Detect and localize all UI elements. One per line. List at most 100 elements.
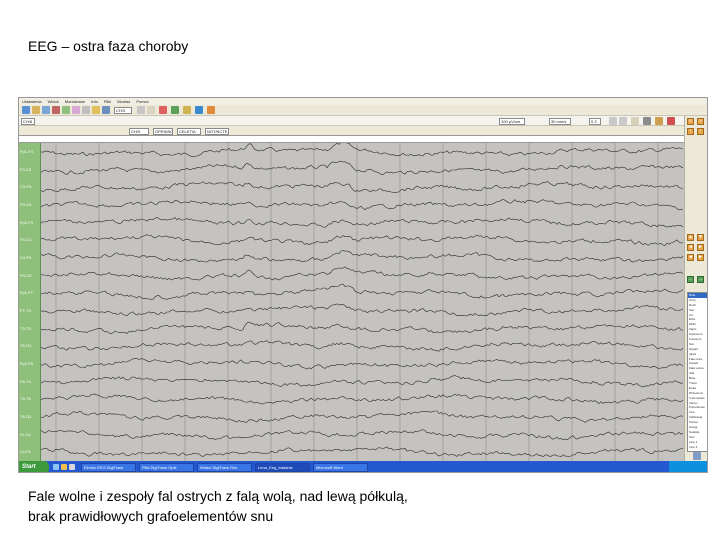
forward-green-icon[interactable]: →	[697, 276, 704, 283]
channel-label[interactable]: F7-T3	[20, 308, 31, 313]
menu-item[interactable]: Pliki	[104, 99, 111, 104]
right-control-panel: « » ‹ › ▲ ▼ ◄ ► ◄ ► ← → Brak Oczy Ruch Ssp A…	[684, 116, 707, 461]
first-page-icon[interactable]: «	[687, 118, 694, 125]
taskbar-window-button[interactable]: Microsoft Word	[313, 463, 368, 472]
start-button[interactable]: Start	[19, 461, 49, 472]
menu-item[interactable]: Montaż	[117, 99, 130, 104]
step-back-icon[interactable]: ◄	[687, 244, 694, 251]
montage-box-celetia[interactable]: CELETIA	[177, 128, 201, 135]
montage-box-ch9[interactable]: OPENINOT	[153, 128, 173, 135]
quicklaunch-folder-icon[interactable]	[61, 464, 67, 470]
channel-label-column: Fp1-F3 F3-C3 C3-P3 P3-O1 Fp2-F4 F4-C4 C4-P4 P4-…	[19, 143, 41, 461]
settings-icon[interactable]	[102, 106, 110, 114]
marker-icon[interactable]	[92, 106, 100, 114]
channel-label[interactable]: T4-T6	[20, 396, 31, 401]
channel-label[interactable]: C4-P4	[20, 255, 31, 260]
channel-label[interactable]: Fp1-F3	[20, 149, 33, 154]
channel-label[interactable]: C3-P3	[20, 184, 31, 189]
quicklaunch-ie-icon[interactable]	[53, 464, 59, 470]
stop-icon[interactable]	[159, 106, 167, 114]
slide-title: EEG – ostra faza choroby	[28, 38, 189, 54]
channel-label[interactable]: F4-C4	[20, 237, 31, 242]
event-tag-item[interactable]: Inne 3	[688, 445, 707, 450]
eeg-channel-trace	[41, 375, 684, 388]
back-green-icon[interactable]: ←	[687, 276, 694, 283]
scroll-up-icon[interactable]: ▲	[687, 234, 694, 241]
channel-label[interactable]: T5-O1	[20, 343, 31, 348]
layout-icon[interactable]	[643, 117, 651, 125]
menu-item[interactable]: Montażowe	[65, 99, 85, 104]
event-tag-list[interactable]: Brak Oczy Ruch Ssp Art EKG EMG Zapis Hiperwent Fo…	[687, 292, 707, 452]
main-toolbar: CH/3	[19, 105, 707, 116]
close-recording-icon[interactable]	[667, 117, 675, 125]
eeg-channel-trace	[41, 181, 684, 193]
system-tray	[669, 461, 707, 472]
filter-down-icon[interactable]	[619, 117, 627, 125]
channel-label[interactable]: Fp1-F7	[20, 290, 33, 295]
speed-select[interactable]: 30 mm/s	[549, 118, 571, 125]
channel-label[interactable]: Fp2-F8	[20, 361, 33, 366]
rewind-icon[interactable]: ◄	[687, 254, 694, 261]
video-icon[interactable]	[72, 106, 80, 114]
eeg-channel-trace	[41, 410, 684, 423]
channel-label[interactable]: P3-O1	[20, 202, 32, 207]
globe-icon[interactable]	[195, 106, 203, 114]
play-icon[interactable]	[171, 106, 179, 114]
folder-icon[interactable]	[32, 106, 40, 114]
chart-icon[interactable]	[183, 106, 191, 114]
quicklaunch-desktop-icon[interactable]	[69, 464, 75, 470]
slide-caption: Fale wolne i zespoły fal ostrych z falą …	[28, 486, 408, 526]
next-page-icon[interactable]: ›	[697, 128, 704, 135]
fast-forward-icon[interactable]: ►	[697, 254, 704, 261]
reference-select[interactable]: CH/8	[21, 118, 35, 125]
eeg-trace-area[interactable]	[41, 143, 684, 461]
eeg-channel-trace	[41, 446, 684, 458]
time-ruler[interactable]: 2345678910111213141516171819202122232425	[19, 135, 684, 149]
channel-label[interactable]: Fp2-F4	[20, 220, 33, 225]
taskbar-window-button[interactable]: Wideo DigiTrack Rec	[197, 463, 252, 472]
eeg-channel-trace	[41, 393, 684, 405]
menu-item[interactable]: Pomoc	[136, 99, 148, 104]
save-icon[interactable]	[42, 106, 50, 114]
channel-label[interactable]: F3-C3	[20, 167, 31, 172]
tools-icon[interactable]	[655, 117, 663, 125]
eeg-channel-trace	[41, 199, 684, 211]
montage-icon[interactable]	[62, 106, 70, 114]
windows-taskbar: Start Elmiko EEG DigiTrack Pliki DigiTrac…	[19, 461, 707, 472]
taskbar-window-button[interactable]: Elmiko EEG DigiTrack	[81, 463, 136, 472]
eeg-channel-trace	[41, 143, 684, 157]
print-icon[interactable]	[82, 106, 90, 114]
analysis-icon[interactable]	[207, 106, 215, 114]
taskbar-window-button[interactable]: Lena_Eeg_badanie	[255, 463, 310, 472]
prev-page-icon[interactable]: ‹	[687, 128, 694, 135]
page-icon[interactable]	[147, 106, 155, 114]
filter-up-icon[interactable]	[609, 117, 617, 125]
sensitivity-select[interactable]: 100 µV/cm	[499, 118, 525, 125]
channel-label[interactable]: T6-O2	[20, 414, 31, 419]
eeg-channel-trace	[41, 160, 684, 176]
channel-label[interactable]: P4-O2	[20, 273, 32, 278]
menu-item[interactable]: Widok	[48, 99, 59, 104]
event-tag-item[interactable]: K-kompleks	[688, 396, 707, 401]
copy-icon[interactable]	[137, 106, 145, 114]
record-icon[interactable]	[52, 106, 60, 114]
montage-box-notncte[interactable]: NOT/NCTE	[205, 128, 229, 135]
taskbar-window-button[interactable]: Pliki DigiTrack Opis	[139, 463, 194, 472]
channel-label[interactable]: Cz-Pz	[20, 449, 31, 454]
last-page-icon[interactable]: »	[697, 118, 704, 125]
menu-item[interactable]: Ustawienia	[22, 99, 42, 104]
step-forward-icon[interactable]: ►	[697, 244, 704, 251]
toolbar-box-1[interactable]: CH/3	[114, 107, 132, 114]
channel-label[interactable]: T3-T5	[20, 326, 31, 331]
zoom-icon[interactable]	[631, 117, 639, 125]
menu-item[interactable]: Info	[91, 99, 98, 104]
edit-pencil-icon[interactable]	[693, 452, 701, 460]
filter-select[interactable]: 0.3	[589, 118, 601, 125]
channel-label[interactable]: F8-T4	[20, 379, 31, 384]
channel-label[interactable]: Fz-Cz	[20, 432, 31, 437]
open-file-icon[interactable]	[22, 106, 30, 114]
scroll-down-icon[interactable]: ▼	[697, 234, 704, 241]
eeg-channel-trace	[41, 283, 684, 300]
eeg-traces	[41, 143, 684, 461]
montage-box-ch8[interactable]: CH/9	[129, 128, 149, 135]
